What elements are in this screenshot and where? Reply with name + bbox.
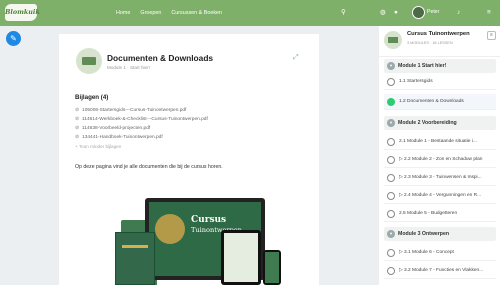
course-title[interactable]: Cursus Tuinontwerpen: [407, 31, 470, 37]
attachments-heading: Bijlagen (4): [75, 94, 109, 101]
main-nav: Home Groepen Cursussen & Boeken: [116, 0, 222, 26]
search-icon[interactable]: ⚲: [341, 0, 346, 26]
lesson-item[interactable]: ▷ 2.4 Module 4 - Vergunningen en R...: [384, 188, 496, 204]
lesson-item[interactable]: ▷ 2.3 Module 3 - Tuinwensen & Inspi...: [384, 170, 496, 186]
attachment-link[interactable]: ⊘ 114614-Werkboek-&-Checklist---Cursus-Tu…: [75, 115, 208, 124]
bell-icon[interactable]: ♪: [457, 0, 460, 26]
tablet-mockup: [221, 230, 261, 285]
attachments-list: ⊘ 105006-Startersgids---Cursus-Tuinontwer…: [75, 106, 208, 151]
status-circle-icon: [387, 156, 395, 164]
status-circle-icon: [387, 267, 395, 275]
product-title: Cursus: [191, 215, 227, 225]
chevron-down-icon: ▾: [387, 62, 395, 70]
lesson-item[interactable]: 2.5 Module 5 - Budgetteren: [384, 206, 496, 222]
edit-button[interactable]: ✎: [6, 31, 21, 46]
course-thumbnail: [384, 31, 402, 49]
product-image: Cursus Tuinontwerpen: [93, 192, 283, 285]
user-name[interactable]: Peter: [427, 9, 439, 15]
attachment-link[interactable]: ⊘ 105006-Startersgids---Cursus-Tuinontwer…: [75, 106, 208, 115]
chevron-down-icon: ▾: [387, 230, 395, 238]
lesson-item[interactable]: ▷ 3.2 Module 7 - Functies en Vlakken...: [384, 263, 496, 279]
badge-graphic: [155, 214, 185, 244]
expand-icon[interactable]: ⤢: [293, 54, 299, 62]
lesson-item[interactable]: ▷ 2.2 Module 2 - Zon en Schaduw plan: [384, 152, 496, 168]
show-less-toggle[interactable]: + Toon minder bijlagen: [75, 142, 208, 151]
globe-icon[interactable]: ◍: [380, 0, 386, 26]
module-header-1[interactable]: ▾ Module 1 Start hier!: [384, 59, 496, 73]
book-mockup: [115, 232, 155, 285]
divider: [379, 56, 500, 57]
lesson-thumbnail: [76, 48, 102, 74]
lesson-item[interactable]: 1.1 Startersgids: [384, 74, 496, 90]
page-subtitle: Module 1 · Start hier!: [107, 65, 150, 70]
nav-cursussen[interactable]: Cursussen & Boeken: [171, 10, 222, 16]
completed-circle-icon: [387, 98, 395, 106]
module-header-2[interactable]: ▾ Module 2 Voorbereiding: [384, 116, 496, 130]
paperclip-icon: ⊘: [75, 117, 80, 122]
status-circle-icon: [387, 174, 395, 182]
pencil-icon: ✎: [10, 34, 17, 43]
chat-icon[interactable]: ●: [394, 0, 398, 26]
course-meta: 3 MODULES · 18 LESSEN: [407, 41, 453, 45]
page-description: Op deze pagina vind je alle documenten d…: [75, 164, 223, 170]
paperclip-icon: ⊘: [75, 135, 80, 140]
sidebar-menu-button[interactable]: ≡: [487, 31, 496, 40]
phone-mockup: [263, 250, 281, 285]
paperclip-icon: ⊘: [75, 108, 80, 113]
course-sidebar: Cursus Tuinontwerpen 3 MODULES · 18 LESS…: [379, 26, 500, 285]
lesson-item[interactable]: 2.1 Module 1 - Bestaande situatie i...: [384, 134, 496, 150]
lesson-item[interactable]: ▷ 3.1 Module 6 - Concept: [384, 245, 496, 261]
attachment-link[interactable]: ⊘ 134441-Handboek-Tuinontwerpen.pdf: [75, 133, 208, 142]
status-circle-icon: [387, 210, 395, 218]
lesson-item-active[interactable]: 1.2 Documenten & Downloads: [384, 94, 496, 110]
status-circle-icon: [387, 138, 395, 146]
paperclip-icon: ⊘: [75, 126, 80, 131]
menu-icon[interactable]: ≡: [487, 0, 491, 26]
logo[interactable]: Blomkuik: [5, 4, 40, 21]
chevron-down-icon: ▾: [387, 119, 395, 127]
nav-home[interactable]: Home: [116, 10, 130, 16]
avatar[interactable]: [412, 6, 425, 19]
status-circle-icon: [387, 192, 395, 200]
status-circle-icon: [387, 78, 395, 86]
nav-groepen[interactable]: Groepen: [140, 10, 161, 16]
module-header-3[interactable]: ▾ Module 3 Ontwerpen: [384, 227, 496, 241]
attachment-link[interactable]: ⊘ 114638-Voorbeeld-projecten.pdf: [75, 124, 208, 133]
content-card: Documenten & Downloads Module 1 · Start …: [59, 34, 319, 285]
top-bar: Blomkuik Home Groepen Cursussen & Boeken…: [0, 0, 500, 26]
status-circle-icon: [387, 249, 395, 257]
page-title: Documenten & Downloads: [107, 53, 214, 63]
